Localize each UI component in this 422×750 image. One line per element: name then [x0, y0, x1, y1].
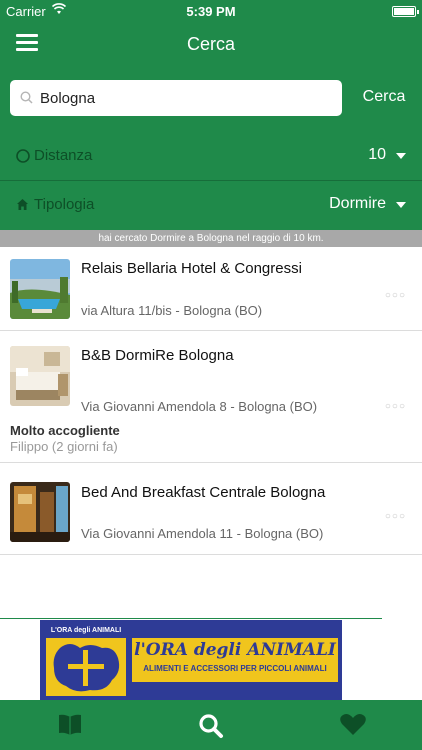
search-box[interactable]: [10, 80, 342, 116]
house-icon: [16, 198, 29, 216]
hotel-thumbnail: [10, 346, 70, 406]
search-row: Cerca: [0, 66, 422, 132]
hotel-thumbnail: [10, 482, 70, 542]
result-name: Relais Bellaria Hotel & Congressi: [81, 260, 302, 277]
search-icon: [199, 714, 223, 738]
search-button[interactable]: Cerca: [352, 88, 416, 110]
distance-value[interactable]: 10: [368, 146, 386, 164]
heart-icon: [340, 714, 366, 735]
results-list: Relais Bellaria Hotel & Congressi via Al…: [0, 247, 422, 555]
more-options-icon[interactable]: ○○○: [385, 290, 406, 301]
review-meta: Filippo (2 giorni fa): [10, 439, 118, 454]
type-filter[interactable]: Tipologia Dormire: [0, 181, 422, 230]
tab-search[interactable]: [141, 700, 281, 750]
distance-label: Distanza: [34, 147, 93, 164]
review-title: Molto accogliente: [10, 423, 120, 438]
search-icon: [20, 91, 33, 109]
search-summary: hai cercato Dormire a Bologna nel raggio…: [0, 230, 422, 247]
ad-logo: L'ORA degli ANIMALI: [46, 624, 126, 696]
result-name: B&B DormiRe Bologna: [81, 347, 234, 364]
more-options-icon[interactable]: ○○○: [385, 401, 406, 412]
clock: 5:39 PM: [186, 4, 236, 19]
ad-subtitle: ALIMENTI E ACCESSORI PER PICCOLI ANIMALI: [143, 664, 327, 673]
chevron-down-icon[interactable]: [396, 153, 406, 159]
tab-guide[interactable]: [0, 700, 140, 750]
nav-bar: Cerca: [0, 22, 422, 66]
search-input[interactable]: [40, 86, 335, 110]
type-value[interactable]: Dormire: [329, 195, 386, 213]
ad-logo-text: L'ORA degli ANIMALI: [46, 624, 126, 638]
list-item[interactable]: Relais Bellaria Hotel & Congressi via Al…: [0, 247, 422, 331]
list-item[interactable]: B&B DormiRe Bologna Via Giovanni Amendol…: [0, 331, 422, 463]
distance-filter[interactable]: Distanza 10: [0, 132, 422, 181]
tab-favorites[interactable]: [282, 700, 422, 750]
ad-divider: [0, 618, 382, 619]
result-name: Bed And Breakfast Centrale Bologna: [81, 484, 326, 501]
advertisement-banner[interactable]: L'ORA degli ANIMALI l'ORA degli ANIMALI …: [40, 620, 342, 700]
ad-title-box: l'ORA degli ANIMALI ALIMENTI E ACCESSORI…: [132, 638, 338, 682]
page-title: Cerca: [186, 34, 235, 54]
result-address: Via Giovanni Amendola 8 - Bologna (BO): [81, 399, 318, 414]
list-item[interactable]: Bed And Breakfast Centrale Bologna Via G…: [0, 463, 422, 555]
circle-icon: [16, 149, 30, 168]
status-bar: Carrier 5:39 PM: [0, 0, 422, 22]
battery-icon: [392, 6, 419, 17]
ad-title: l'ORA degli ANIMALI: [134, 640, 336, 660]
book-icon: [59, 714, 81, 735]
chevron-down-icon[interactable]: [396, 202, 406, 208]
type-label: Tipologia: [34, 196, 95, 213]
tab-bar: [0, 700, 422, 750]
hotel-thumbnail: [10, 259, 70, 319]
result-address: Via Giovanni Amendola 11 - Bologna (BO): [81, 526, 324, 541]
more-options-icon[interactable]: ○○○: [385, 511, 406, 522]
result-address: via Altura 11/bis - Bologna (BO): [81, 303, 263, 318]
